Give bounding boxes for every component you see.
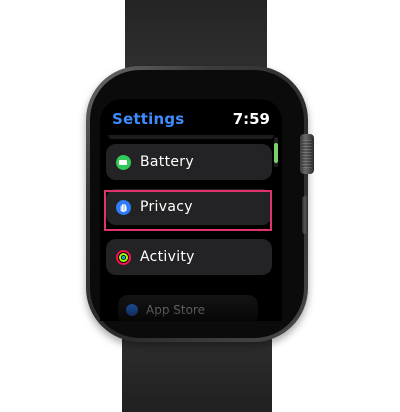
side-button[interactable] (302, 196, 308, 234)
watch-band-top (125, 0, 267, 76)
page-title[interactable]: Settings (112, 110, 184, 128)
settings-item-app-store[interactable]: App Store (118, 295, 258, 321)
settings-item-label: Battery (140, 154, 194, 170)
settings-item-label: Activity (140, 249, 195, 265)
digital-crown[interactable] (300, 134, 314, 174)
app-store-icon (126, 304, 138, 316)
clock: 7:59 (232, 110, 270, 128)
scroll-thumb[interactable] (274, 143, 278, 163)
status-bar: Settings 7:59 (112, 108, 270, 130)
previous-row-edge (108, 135, 274, 139)
watch-scene: Settings 7:59 Battery Privacy Activity A… (0, 0, 400, 412)
settings-item-activity[interactable]: Activity (106, 239, 272, 275)
battery-icon (116, 154, 131, 170)
settings-item-battery[interactable]: Battery (106, 144, 272, 180)
activity-rings-icon (116, 249, 131, 265)
privacy-highlight-box (104, 190, 272, 231)
settings-item-label: App Store (146, 303, 205, 317)
watch-band-bottom (122, 330, 272, 412)
scroll-indicator[interactable] (274, 137, 278, 167)
